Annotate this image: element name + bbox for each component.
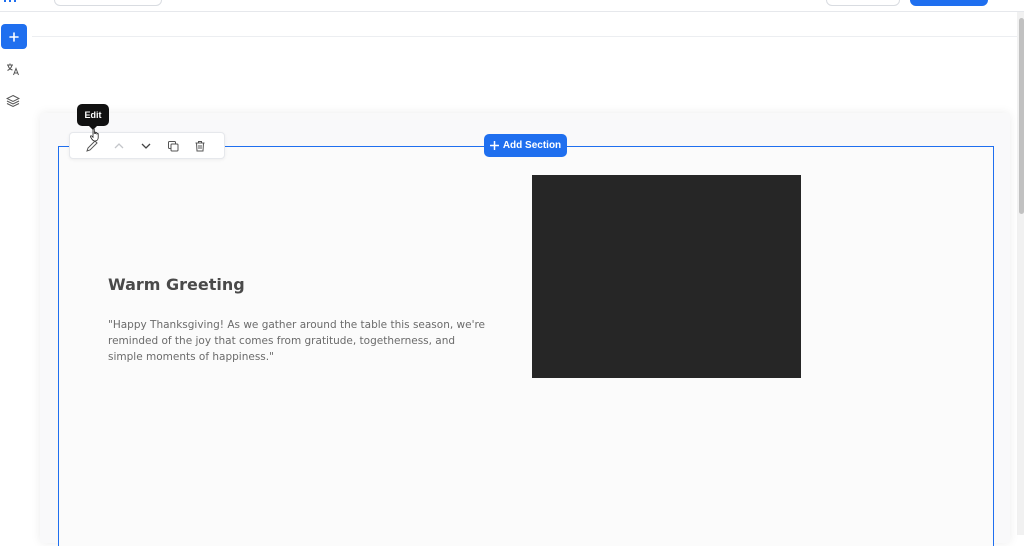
trash-icon [195, 140, 205, 151]
layers-button[interactable] [6, 94, 20, 108]
translate-button[interactable] [6, 62, 20, 76]
scrollbar-thumb[interactable] [1019, 18, 1024, 214]
chevron-down-icon [141, 143, 151, 149]
add-section-button[interactable]: Add Section [484, 134, 567, 157]
duplicate-button[interactable] [165, 138, 181, 154]
left-sidebar [0, 12, 32, 535]
logo-icon [4, 0, 16, 2]
canvas-divider [32, 36, 1017, 37]
hand-cursor-icon [90, 128, 99, 142]
chevron-up-icon [114, 142, 124, 148]
page-selector[interactable] [54, 0, 162, 6]
translate-icon [7, 63, 19, 76]
publish-button[interactable] [910, 0, 988, 6]
move-up-button[interactable] [111, 138, 127, 154]
image-placeholder[interactable] [532, 175, 801, 378]
add-section-label: Add Section [502, 140, 562, 151]
plus-icon [9, 31, 19, 42]
duplicate-icon [168, 140, 179, 151]
top-bar [0, 0, 1024, 12]
section-paragraph[interactable]: "Happy Thanksgiving! As we gather around… [108, 317, 488, 365]
layers-icon [6, 94, 20, 108]
plus-icon [489, 141, 499, 150]
preview-button[interactable] [826, 0, 900, 6]
delete-button[interactable] [192, 138, 208, 154]
move-down-button[interactable] [138, 138, 154, 154]
add-element-button[interactable] [1, 24, 27, 49]
edit-tooltip: Edit [77, 104, 109, 130]
section-heading[interactable]: Warm Greeting [108, 275, 245, 294]
